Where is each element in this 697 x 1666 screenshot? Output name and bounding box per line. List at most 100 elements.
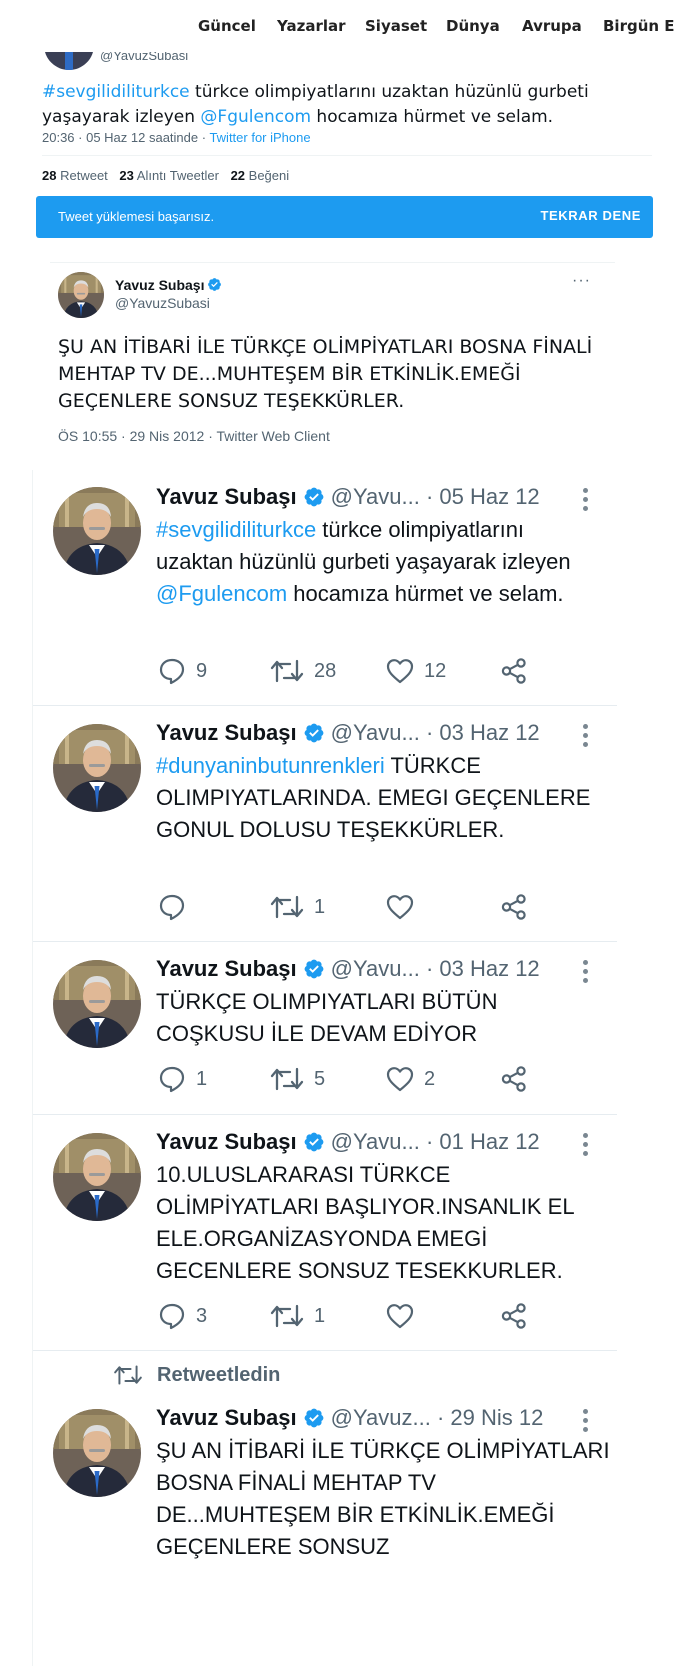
- more-options-icon[interactable]: [583, 724, 589, 751]
- like-label[interactable]: Beğeni: [249, 168, 289, 183]
- author-name[interactable]: Yavuz Subaşı: [156, 1129, 297, 1154]
- reply-bubble-icon: [158, 657, 186, 685]
- tweet-actions: 1 5 2: [158, 1064, 558, 1094]
- verified-badge-icon: [207, 277, 222, 292]
- more-options-icon[interactable]: [583, 488, 589, 515]
- like-count: 22: [230, 168, 246, 183]
- retweet-count: 28: [314, 659, 337, 682]
- reply-bubble-icon: [158, 893, 186, 921]
- retweet-button[interactable]: 5: [270, 1064, 325, 1094]
- avatar[interactable]: [53, 1133, 141, 1221]
- reply-bubble-icon: [158, 1065, 186, 1093]
- tweet-date[interactable]: · 03 Haz 12: [426, 956, 540, 981]
- reply-button[interactable]: 3: [158, 1301, 207, 1331]
- tweet-stats: 28 Retweet 23 Alıntı Tweetler 22 Beğeni: [42, 168, 289, 183]
- reply-button[interactable]: 1: [158, 1064, 207, 1094]
- author-name[interactable]: Yavuz Subaşı: [156, 1405, 297, 1430]
- tweet-header: Yavuz Subaşı @Yavu... · 03 Haz 12: [156, 720, 540, 746]
- nav-item-dunya[interactable]: Dünya: [446, 17, 500, 35]
- share-button[interactable]: [500, 656, 528, 686]
- like-button[interactable]: [386, 892, 424, 922]
- retweet-count: 5: [314, 1067, 326, 1090]
- author-name[interactable]: Yavuz Subaşı: [156, 720, 297, 745]
- hashtag-link[interactable]: #sevgilidiliturkce: [42, 82, 190, 102]
- tweet-text-part: hocamıza hürmet ve selam.: [287, 581, 564, 606]
- tweet-date[interactable]: · 01 Haz 12: [426, 1129, 540, 1154]
- more-options-icon[interactable]: [583, 1133, 589, 1160]
- tweet-date[interactable]: · 29 Nis 12: [437, 1405, 543, 1430]
- retweeted-indicator: Retweetledin: [113, 1363, 280, 1387]
- share-button[interactable]: [500, 1301, 528, 1331]
- tweet-text: #sevgilidiliturkce türkce olimpiyatların…: [156, 514, 606, 610]
- avatar[interactable]: [53, 1409, 141, 1497]
- tweet-date[interactable]: · 03 Haz 12: [426, 720, 540, 745]
- tweet-text: #sevgilidiliturkce türkce olimpiyatların…: [42, 80, 642, 130]
- profile-photo: [53, 1133, 141, 1221]
- tweet-timestamp[interactable]: 20:36 · 05 Haz 12 saatinde ·: [42, 130, 209, 145]
- author-name[interactable]: Yavuz Subaşı: [156, 484, 297, 509]
- tweet-text: TÜRKÇE OLIMPIYATLARI BÜTÜN COŞKUSU İLE D…: [156, 989, 498, 1046]
- tweet-item[interactable]: Yavuz Subaşı @Yavu... · 03 Haz 12 #dunyan…: [33, 706, 617, 942]
- tweet-source-link[interactable]: Twitter for iPhone: [209, 130, 310, 145]
- retry-button[interactable]: TEKRAR DENE: [541, 208, 642, 223]
- more-options-icon[interactable]: [583, 1409, 589, 1436]
- avatar[interactable]: [53, 960, 141, 1048]
- like-count: 12: [424, 659, 447, 682]
- like-button[interactable]: [386, 1301, 424, 1331]
- retweet-count: 1: [314, 1304, 326, 1327]
- author-handle[interactable]: @Yavu...: [331, 720, 420, 745]
- more-options-icon[interactable]: ···: [572, 272, 591, 290]
- reply-count: 3: [196, 1304, 208, 1327]
- author-handle[interactable]: @Yavuz...: [331, 1405, 431, 1430]
- tweet-handle[interactable]: @YavuzSubasi: [115, 295, 210, 311]
- tweet-author-name[interactable]: Yavuz Subaşı: [115, 277, 222, 293]
- nav-item-guncel[interactable]: Güncel: [198, 17, 256, 35]
- tweet-date[interactable]: · 05 Haz 12: [426, 484, 540, 509]
- verified-badge-icon: [303, 1131, 325, 1153]
- share-button[interactable]: [500, 1064, 528, 1094]
- nav-item-birgun[interactable]: Birgün E: [603, 17, 675, 35]
- nav-item-avrupa[interactable]: Avrupa: [522, 17, 582, 35]
- author-handle[interactable]: @Yavu...: [331, 956, 420, 981]
- profile-photo: [58, 272, 104, 318]
- avatar[interactable]: [58, 272, 104, 318]
- retweet-label[interactable]: Retweet: [60, 168, 108, 183]
- reply-button[interactable]: [158, 892, 196, 922]
- nav-item-siyaset[interactable]: Siyaset: [365, 17, 427, 35]
- mention-link[interactable]: @Fgulencom: [200, 107, 311, 127]
- avatar[interactable]: [53, 487, 141, 575]
- tweet-item[interactable]: Yavuz Subaşı @Yavu... · 01 Haz 12 10.ULUS…: [33, 1115, 617, 1351]
- author-name[interactable]: Yavuz Subaşı: [156, 956, 297, 981]
- reply-count: 9: [196, 659, 208, 682]
- tweet-text: #dunyaninbutunrenkleri TÜRKCE OLIMPIYATL…: [156, 750, 606, 846]
- heart-icon: [386, 1303, 414, 1329]
- mention-link[interactable]: @Fgulencom: [156, 581, 287, 606]
- more-options-icon[interactable]: [583, 960, 589, 987]
- retweet-button[interactable]: 1: [270, 892, 325, 922]
- hashtag-link[interactable]: #dunyaninbutunrenkleri: [156, 753, 385, 778]
- tweet-item[interactable]: Yavuz Subaşı @Yavu... · 03 Haz 12 TÜRKÇE …: [33, 942, 617, 1115]
- share-button[interactable]: [500, 892, 528, 922]
- like-button[interactable]: 12: [386, 656, 446, 686]
- retweet-count: 1: [314, 895, 326, 918]
- avatar[interactable]: [53, 724, 141, 812]
- tweet-item[interactable]: Yavuz Subaşı @Yavu... · 05 Haz 12 #sevgil…: [33, 470, 617, 706]
- tweet-header: Yavuz Subaşı @Yavuz... · 29 Nis 12: [156, 1405, 543, 1431]
- tweet-actions: 9 28 12: [158, 656, 558, 686]
- quote-label[interactable]: Alıntı Tweetler: [137, 168, 219, 183]
- error-message: Tweet yüklemesi başarısız.: [58, 209, 215, 224]
- retweet-button[interactable]: 1: [270, 1301, 325, 1331]
- tweet-meta[interactable]: ÖS 10:55 · 29 Nis 2012 · Twitter Web Cli…: [58, 428, 330, 444]
- like-button[interactable]: 2: [386, 1064, 435, 1094]
- load-error-banner: Tweet yüklemesi başarısız. TEKRAR DENE: [36, 196, 653, 238]
- nav-item-yazarlar[interactable]: Yazarlar: [277, 17, 346, 35]
- tweet-item[interactable]: Retweetledin Yavuz Subaşı @Yavuz... · 29 …: [33, 1351, 617, 1666]
- retweet-button[interactable]: 28: [270, 656, 336, 686]
- retweet-arrows-icon: [270, 1065, 304, 1093]
- author-handle[interactable]: @Yavu...: [331, 1129, 420, 1154]
- reply-button[interactable]: 9: [158, 656, 207, 686]
- retweet-arrows-icon: [113, 1363, 143, 1387]
- hashtag-link[interactable]: #sevgilidiliturkce: [156, 517, 316, 542]
- author-handle[interactable]: @Yavu...: [331, 484, 420, 509]
- retweet-arrows-icon: [270, 657, 304, 685]
